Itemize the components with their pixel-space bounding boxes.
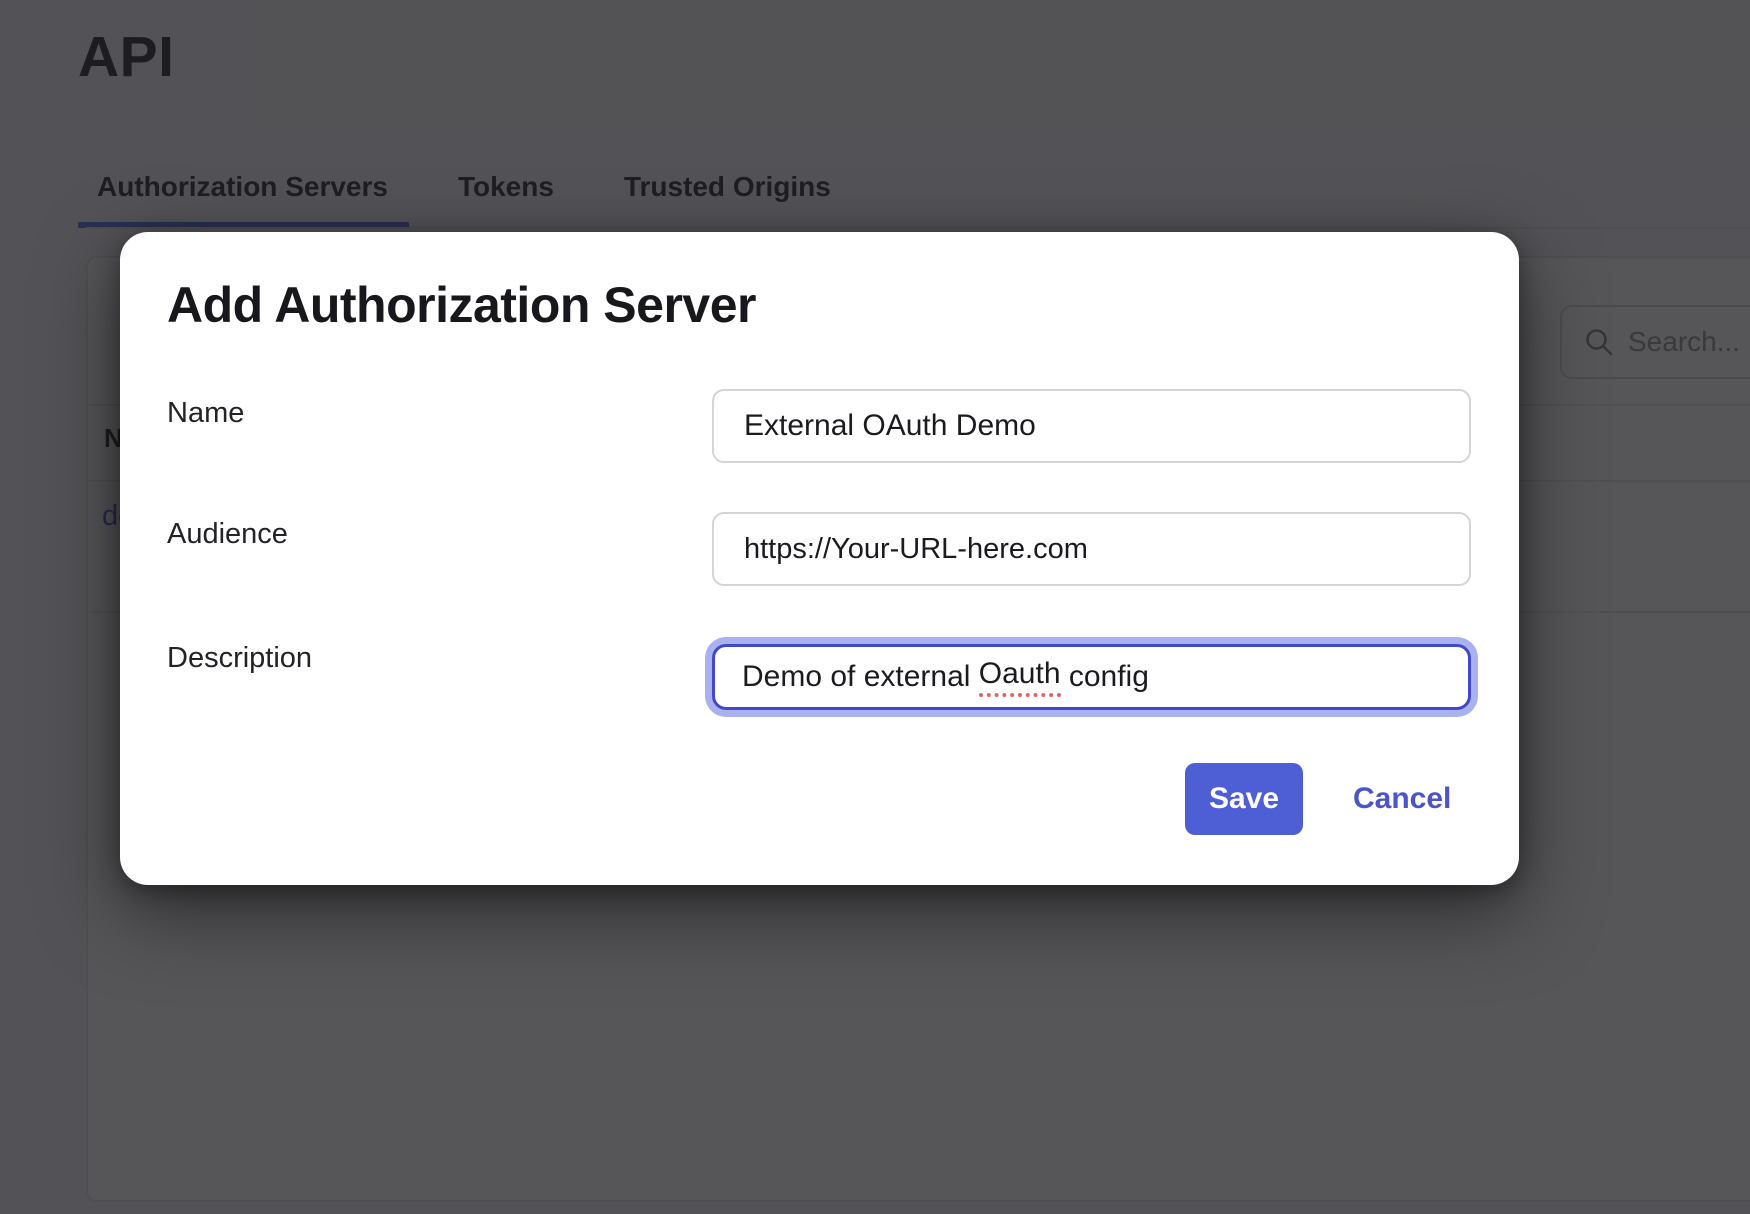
description-misspelled-word: Oauth — [979, 657, 1061, 697]
screen: API Authorization Servers Tokens Trusted… — [0, 0, 1750, 1214]
name-input[interactable] — [712, 389, 1471, 463]
description-text-before: Demo of external — [742, 660, 979, 694]
add-authorization-server-modal: Add Authorization Server Name Audience D… — [120, 232, 1519, 885]
modal-title: Add Authorization Server — [167, 276, 756, 334]
save-button[interactable]: Save — [1185, 763, 1303, 835]
description-label: Description — [167, 642, 312, 675]
description-text-after: config — [1061, 660, 1149, 694]
audience-label: Audience — [167, 518, 288, 551]
name-label: Name — [167, 397, 244, 430]
audience-input[interactable] — [712, 512, 1471, 586]
description-input[interactable]: Demo of external Oauth config — [712, 644, 1471, 710]
cancel-button[interactable]: Cancel — [1353, 763, 1451, 835]
